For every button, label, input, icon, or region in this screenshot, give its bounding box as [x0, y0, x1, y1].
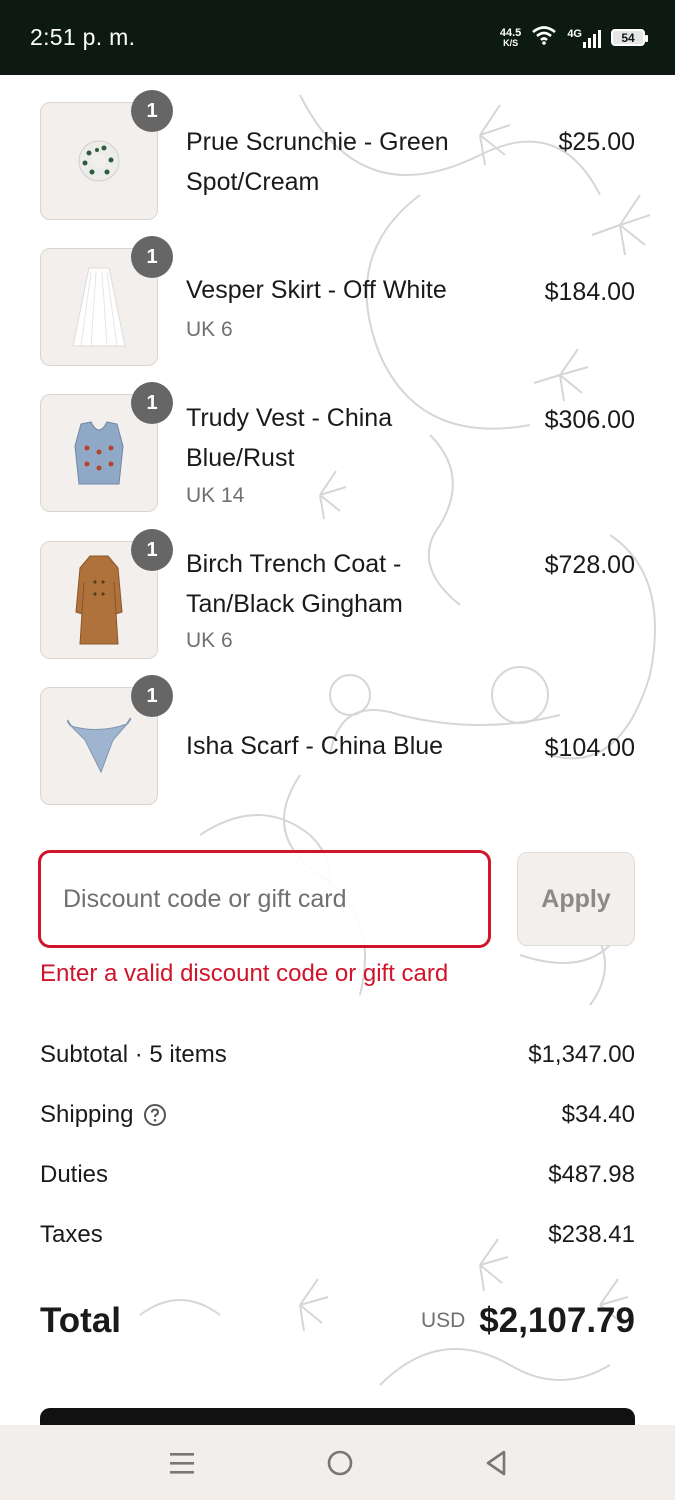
battery-level: 54	[621, 30, 635, 45]
battery-icon: 54	[611, 29, 648, 46]
currency-code: USD	[420, 1309, 466, 1332]
shipping-value: $34.40	[561, 1101, 635, 1128]
cart-item: 1 Trudy Vest - China Blue/Rust UK 14 $30…	[40, 382, 635, 514]
subtotal-value: $1,347.00	[528, 1041, 635, 1068]
cart-item: 1 Isha Scarf - China Blue $104.00	[40, 675, 635, 807]
back-triangle-icon[interactable]	[484, 1449, 508, 1477]
item-variant: UK 6	[186, 629, 233, 652]
apply-discount-button[interactable]: Apply	[517, 852, 635, 946]
duties-value: $487.98	[548, 1161, 635, 1188]
item-variant: UK 14	[186, 484, 245, 507]
discount-code-input[interactable]	[38, 850, 491, 948]
taxes-value: $238.41	[548, 1221, 635, 1248]
total-value: $2,107.79	[479, 1301, 635, 1340]
cart-item: 1 Vesper Skirt - Off White UK 6 $184.00	[40, 236, 635, 368]
total-row: Total USD $2,107.79	[40, 1293, 635, 1349]
duties-row: Duties $487.98	[40, 1155, 635, 1195]
total-amount-group: USD $2,107.79	[421, 1301, 635, 1341]
network-speed-unit: K/S	[503, 37, 519, 48]
status-bar: 2:51 p. m. 44.5 K/S 4G 54	[0, 0, 675, 75]
discount-error-message: Enter a valid discount code or gift card	[40, 960, 449, 987]
cart-item: 1 Birch Trench Coat - Tan/Black Gingham …	[40, 529, 635, 661]
status-time: 2:51 p. m.	[30, 24, 136, 50]
item-price: $25.00	[558, 128, 635, 156]
item-title: Trudy Vest - China Blue/Rust	[186, 404, 393, 472]
coat-icon	[75, 555, 123, 645]
cart-item: 1 Prue Scrunchie - Green Spot/Cream $25.…	[40, 90, 635, 222]
quantity-badge: 1	[131, 236, 173, 278]
network-type: 4G	[567, 27, 582, 40]
duties-label: Duties	[40, 1161, 109, 1188]
vest-icon	[74, 421, 124, 485]
cell-signal-icon: 4G	[567, 28, 601, 48]
item-price: $306.00	[544, 406, 635, 434]
status-icons: 44.5 K/S 4G 54	[499, 25, 648, 50]
help-icon[interactable]	[143, 1103, 167, 1127]
item-title: Isha Scarf - China Blue	[186, 732, 444, 760]
item-variant: UK 6	[186, 318, 233, 341]
quantity-badge: 1	[131, 675, 173, 717]
scarf-icon	[67, 717, 131, 774]
network-speed: 44.5 K/S	[499, 26, 522, 48]
quantity-badge: 1	[131, 529, 173, 571]
home-circle-icon[interactable]	[326, 1449, 354, 1477]
item-price: $184.00	[544, 278, 635, 306]
subtotal-row: Subtotal · 5 items $1,347.00	[40, 1035, 635, 1075]
item-price: $728.00	[544, 551, 635, 579]
subtotal-label: Subtotal · 5 items	[40, 1041, 227, 1068]
network-speed-value: 44.5	[499, 26, 522, 39]
total-label: Total	[40, 1301, 122, 1340]
system-nav-bar	[0, 1425, 675, 1500]
item-price: $104.00	[544, 734, 635, 762]
item-title: Vesper Skirt - Off White	[186, 276, 447, 304]
wifi-icon	[531, 25, 557, 50]
shipping-label: Shipping	[40, 1101, 134, 1128]
item-title: Birch Trench Coat - Tan/Black Gingham	[186, 550, 403, 618]
quantity-badge: 1	[131, 90, 173, 132]
quantity-badge: 1	[131, 382, 173, 424]
item-title: Prue Scrunchie - Green Spot/Cream	[186, 128, 449, 196]
shipping-label-group: Shipping	[40, 1101, 167, 1129]
scrunchie-icon	[78, 140, 120, 182]
skirt-icon	[72, 267, 126, 347]
taxes-row: Taxes $238.41	[40, 1215, 635, 1255]
menu-icon[interactable]	[168, 1450, 196, 1476]
shipping-row: Shipping $34.40	[40, 1095, 635, 1135]
taxes-label: Taxes	[40, 1221, 103, 1248]
